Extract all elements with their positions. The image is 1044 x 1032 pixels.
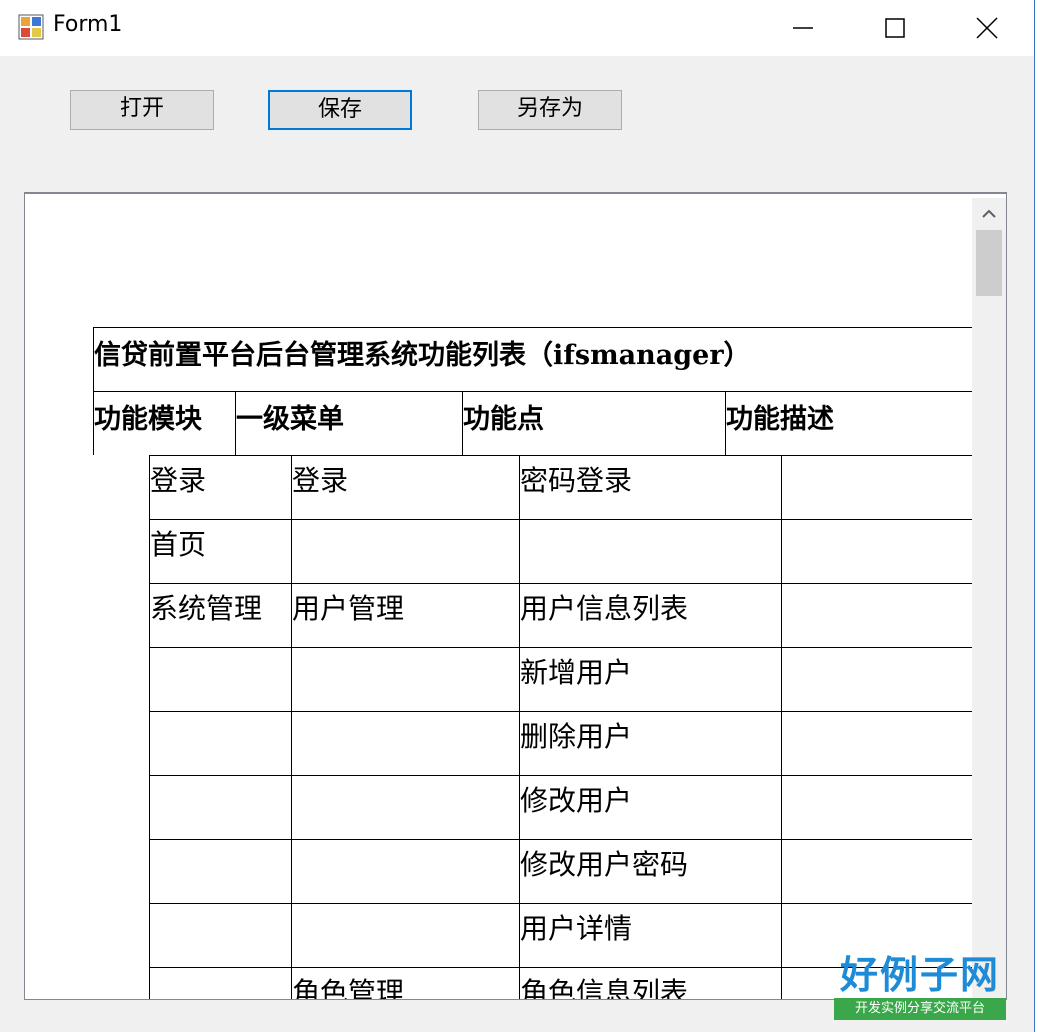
watermark-logo: 好例子网 开发实例分享交流平台 bbox=[834, 952, 1006, 1024]
close-button[interactable] bbox=[940, 0, 1032, 56]
table-cell: 删除用户 bbox=[520, 720, 633, 753]
table-border bbox=[781, 455, 782, 999]
table-border bbox=[291, 455, 292, 999]
header-description: 功能描述 bbox=[726, 404, 834, 435]
table-border bbox=[149, 903, 973, 904]
table-border bbox=[149, 519, 973, 520]
table-border bbox=[93, 327, 973, 328]
table-border bbox=[149, 583, 973, 584]
table-cell: 修改用户密码 bbox=[520, 848, 689, 881]
logo-text: 好例子网 bbox=[839, 953, 1000, 997]
table-cell: 登录 bbox=[292, 464, 349, 497]
window-title: Form1 bbox=[53, 12, 123, 37]
scroll-up-arrow-icon[interactable] bbox=[981, 208, 997, 220]
close-icon bbox=[976, 17, 998, 39]
table-border bbox=[149, 839, 973, 840]
title-bar: Form1 bbox=[0, 0, 1034, 56]
table-border bbox=[149, 711, 973, 712]
table-cell: 登录 bbox=[150, 464, 207, 497]
table-cell: 用户管理 bbox=[292, 592, 405, 625]
table-cell: 系统管理 bbox=[150, 592, 263, 625]
table-cell: 角色信息列表 bbox=[520, 976, 689, 1000]
header-module: 功能模块 bbox=[94, 404, 202, 435]
table-border bbox=[93, 391, 973, 392]
open-button[interactable]: 打开 bbox=[70, 90, 214, 130]
header-feature: 功能点 bbox=[463, 404, 544, 435]
app-icon bbox=[18, 14, 44, 40]
scroll-thumb[interactable] bbox=[976, 230, 1002, 296]
rich-text-box[interactable]: 信贷前置平台后台管理系统功能列表（ifsmanager） 功能模块 一级菜单 功… bbox=[24, 192, 1007, 1000]
maximize-icon bbox=[885, 18, 905, 38]
minimize-button[interactable] bbox=[756, 0, 848, 56]
window-border bbox=[1034, 0, 1035, 1032]
table-cell: 用户信息列表 bbox=[520, 592, 689, 625]
table-cell: 修改用户 bbox=[520, 784, 633, 817]
table-cell: 密码登录 bbox=[520, 464, 633, 497]
table-border bbox=[149, 647, 973, 648]
window-edge bbox=[1034, 0, 1044, 1032]
header-menu: 一级菜单 bbox=[236, 404, 344, 435]
table-border bbox=[149, 455, 973, 456]
table-cell: 用户详情 bbox=[520, 912, 633, 945]
table-cell: 角色管理 bbox=[292, 976, 405, 1000]
logo-tagline: 开发实例分享交流平台 bbox=[834, 998, 1006, 1020]
table-border bbox=[149, 775, 973, 776]
vertical-scrollbar[interactable] bbox=[972, 198, 1006, 999]
maximize-button[interactable] bbox=[848, 0, 940, 56]
document-title: 信贷前置平台后台管理系统功能列表（ifsmanager） bbox=[94, 340, 751, 371]
save-as-button[interactable]: 另存为 bbox=[478, 90, 622, 130]
minimize-icon bbox=[793, 27, 813, 29]
save-button[interactable]: 保存 bbox=[268, 90, 412, 130]
table-cell: 首页 bbox=[150, 528, 207, 561]
table-cell: 新增用户 bbox=[520, 656, 633, 689]
